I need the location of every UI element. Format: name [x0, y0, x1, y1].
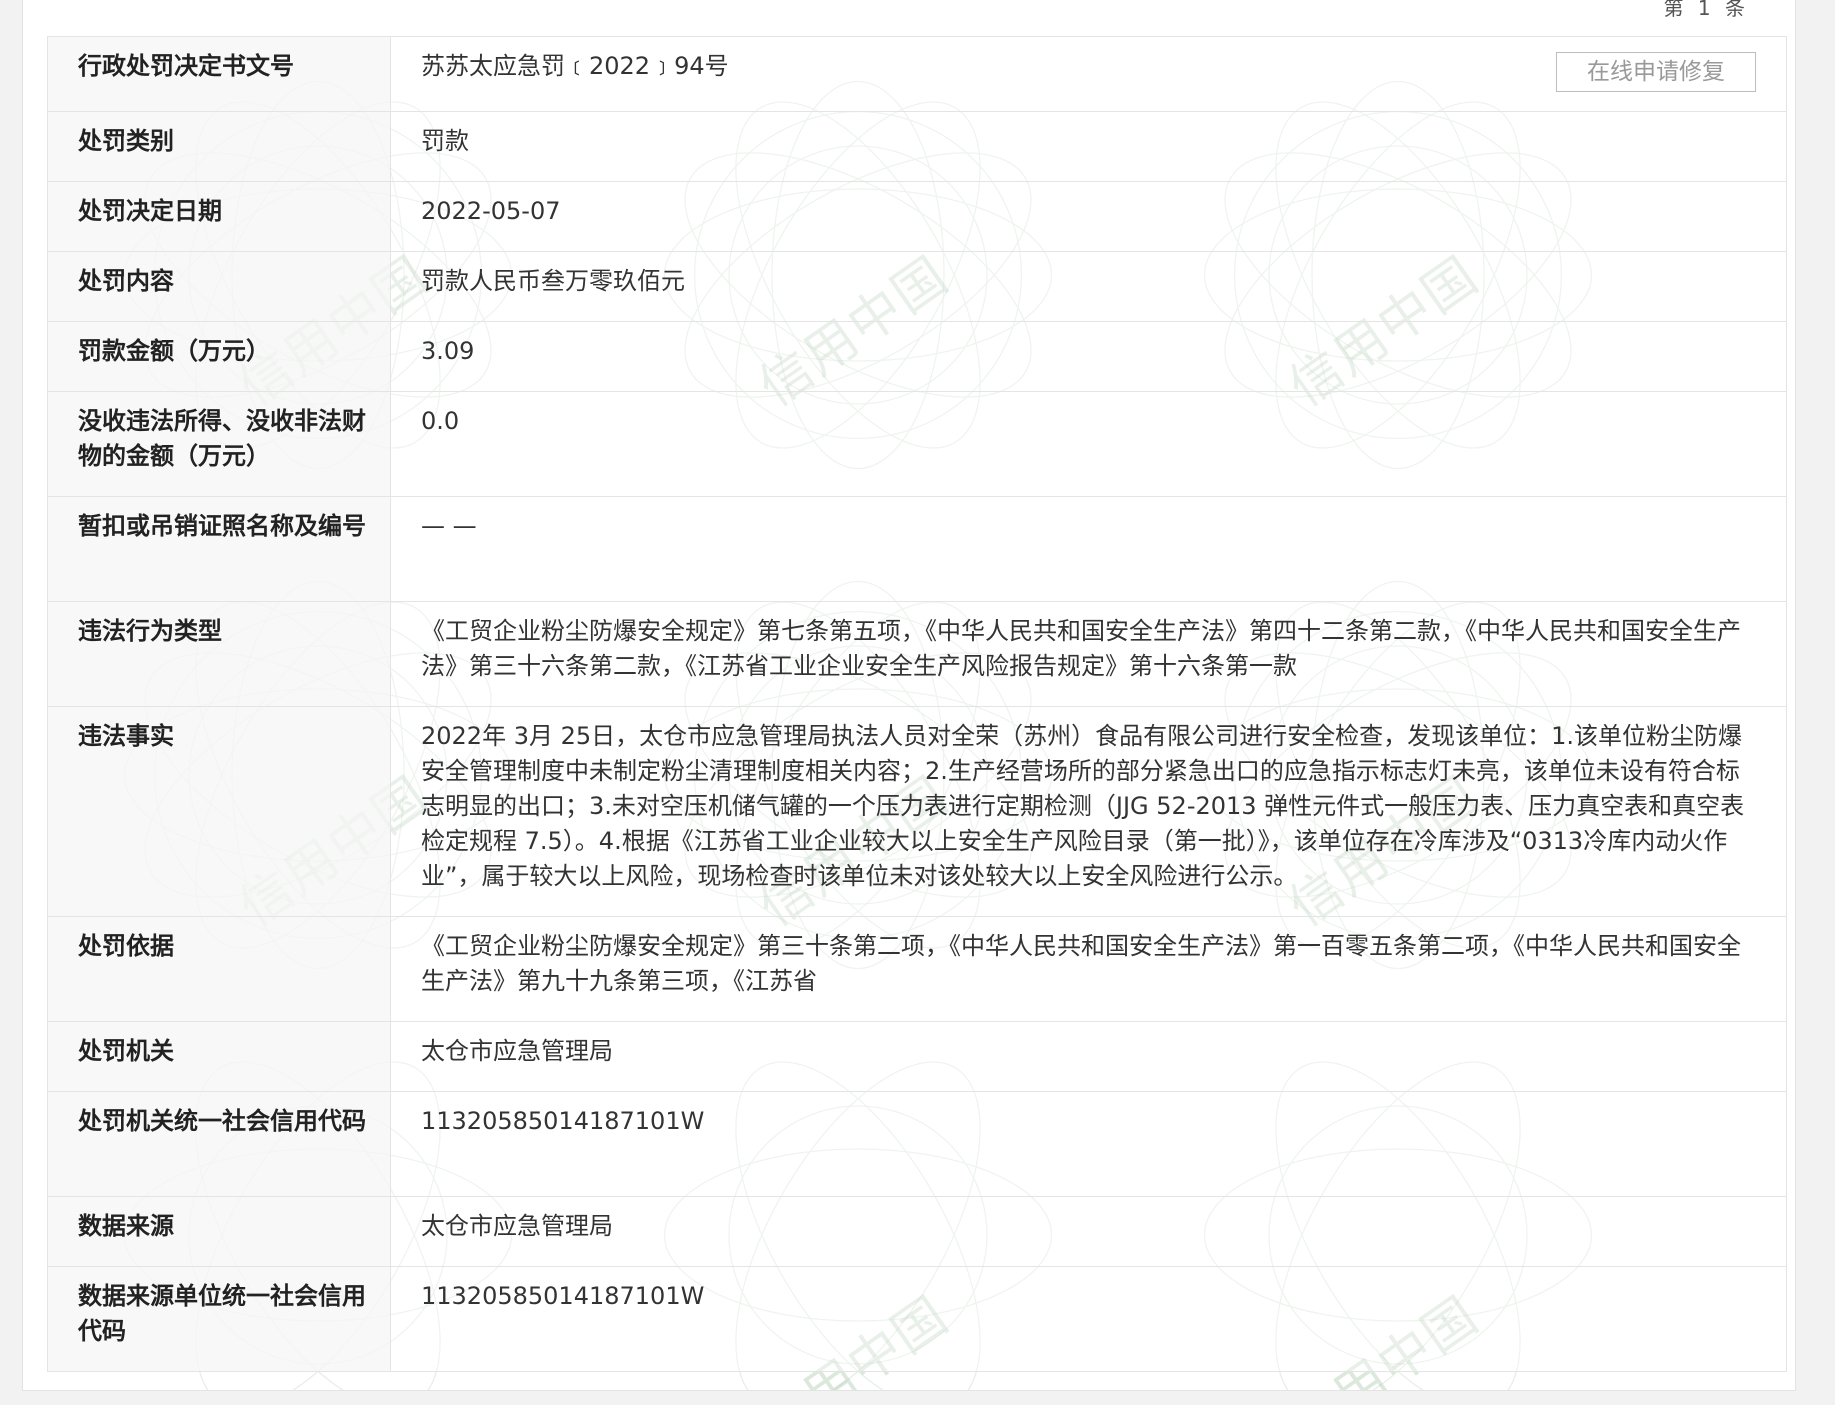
field-value-penalty-authority: 太仓市应急管理局 — [390, 1021, 1787, 1092]
field-value-penalty-content: 罚款人民币叁万零玖佰元 — [390, 251, 1787, 322]
table-row: 违法行为类型 《工贸企业粉尘防爆安全规定》第七条第五项，《中华人民共和国安全生产… — [47, 601, 1787, 707]
table-row: 数据来源单位统一社会信用代码 11320585014187101W — [47, 1266, 1787, 1372]
field-value-source-credit-code: 11320585014187101W — [390, 1266, 1787, 1372]
field-value-penalty-type: 罚款 — [390, 111, 1787, 182]
field-value-license-revoked: — — — [390, 496, 1787, 602]
record-panel: 第 1 条 信用中国 信用中国 信用中国 信用中国 信用中国 信用中国 行政处罚… — [22, 0, 1796, 1391]
table-row: 违法事实 2022年 3月 25日，太仓市应急管理局执法人员对全荣（苏州）食品有… — [47, 706, 1787, 917]
field-label-penalty-type: 处罚类别 — [47, 111, 391, 182]
field-label-penalty-content: 处罚内容 — [47, 251, 391, 322]
field-value-confiscation-amount: 0.0 — [390, 391, 1787, 497]
penalty-info-table: 行政处罚决定书文号 苏苏太应急罚﹝2022﹞94号 在线申请修复 处罚类别 罚款… — [47, 36, 1787, 1372]
field-label-decision-number: 行政处罚决定书文号 — [47, 36, 391, 112]
field-label-violation-facts: 违法事实 — [47, 706, 391, 917]
table-row: 处罚依据 《工贸企业粉尘防爆安全规定》第三十条第二项，《中华人民共和国安全生产法… — [47, 916, 1787, 1022]
table-row: 罚款金额（万元） 3.09 — [47, 321, 1787, 392]
field-label-data-source: 数据来源 — [47, 1196, 391, 1267]
field-label-penalty-basis: 处罚依据 — [47, 916, 391, 1022]
field-label-decision-date: 处罚决定日期 — [47, 181, 391, 252]
field-label-source-credit-code: 数据来源单位统一社会信用代码 — [47, 1266, 391, 1372]
table-row: 行政处罚决定书文号 苏苏太应急罚﹝2022﹞94号 在线申请修复 — [47, 36, 1787, 112]
field-value-violation-facts: 2022年 3月 25日，太仓市应急管理局执法人员对全荣（苏州）食品有限公司进行… — [390, 706, 1787, 917]
table-row: 数据来源 太仓市应急管理局 — [47, 1196, 1787, 1267]
field-label-license-revoked: 暂扣或吊销证照名称及编号 — [47, 496, 391, 602]
record-counter: 第 1 条 — [1663, 0, 1749, 20]
field-label-violation-type: 违法行为类型 — [47, 601, 391, 707]
table-row: 处罚机关 太仓市应急管理局 — [47, 1021, 1787, 1092]
field-value-fine-amount: 3.09 — [390, 321, 1787, 392]
table-row: 处罚类别 罚款 — [47, 111, 1787, 182]
field-label-penalty-authority: 处罚机关 — [47, 1021, 391, 1092]
field-value-violation-type: 《工贸企业粉尘防爆安全规定》第七条第五项，《中华人民共和国安全生产法》第四十二条… — [390, 601, 1787, 707]
table-row: 没收违法所得、没收非法财物的金额（万元） 0.0 — [47, 391, 1787, 497]
field-value-authority-credit-code: 11320585014187101W — [390, 1091, 1787, 1197]
table-row: 处罚内容 罚款人民币叁万零玖佰元 — [47, 251, 1787, 322]
table-row: 处罚机关统一社会信用代码 11320585014187101W — [47, 1091, 1787, 1197]
field-value-decision-date: 2022-05-07 — [390, 181, 1787, 252]
field-value-data-source: 太仓市应急管理局 — [390, 1196, 1787, 1267]
field-value-penalty-basis: 《工贸企业粉尘防爆安全规定》第三十条第二项，《中华人民共和国安全生产法》第一百零… — [390, 916, 1787, 1022]
field-value-decision-number: 苏苏太应急罚﹝2022﹞94号 在线申请修复 — [390, 36, 1787, 112]
field-label-confiscation-amount: 没收违法所得、没收非法财物的金额（万元） — [47, 391, 391, 497]
field-label-fine-amount: 罚款金额（万元） — [47, 321, 391, 392]
field-label-authority-credit-code: 处罚机关统一社会信用代码 — [47, 1091, 391, 1197]
decision-number-text: 苏苏太应急罚﹝2022﹞94号 — [421, 52, 729, 80]
table-row: 处罚决定日期 2022-05-07 — [47, 181, 1787, 252]
table-row: 暂扣或吊销证照名称及编号 — — — [47, 496, 1787, 602]
online-repair-button[interactable]: 在线申请修复 — [1556, 52, 1756, 92]
